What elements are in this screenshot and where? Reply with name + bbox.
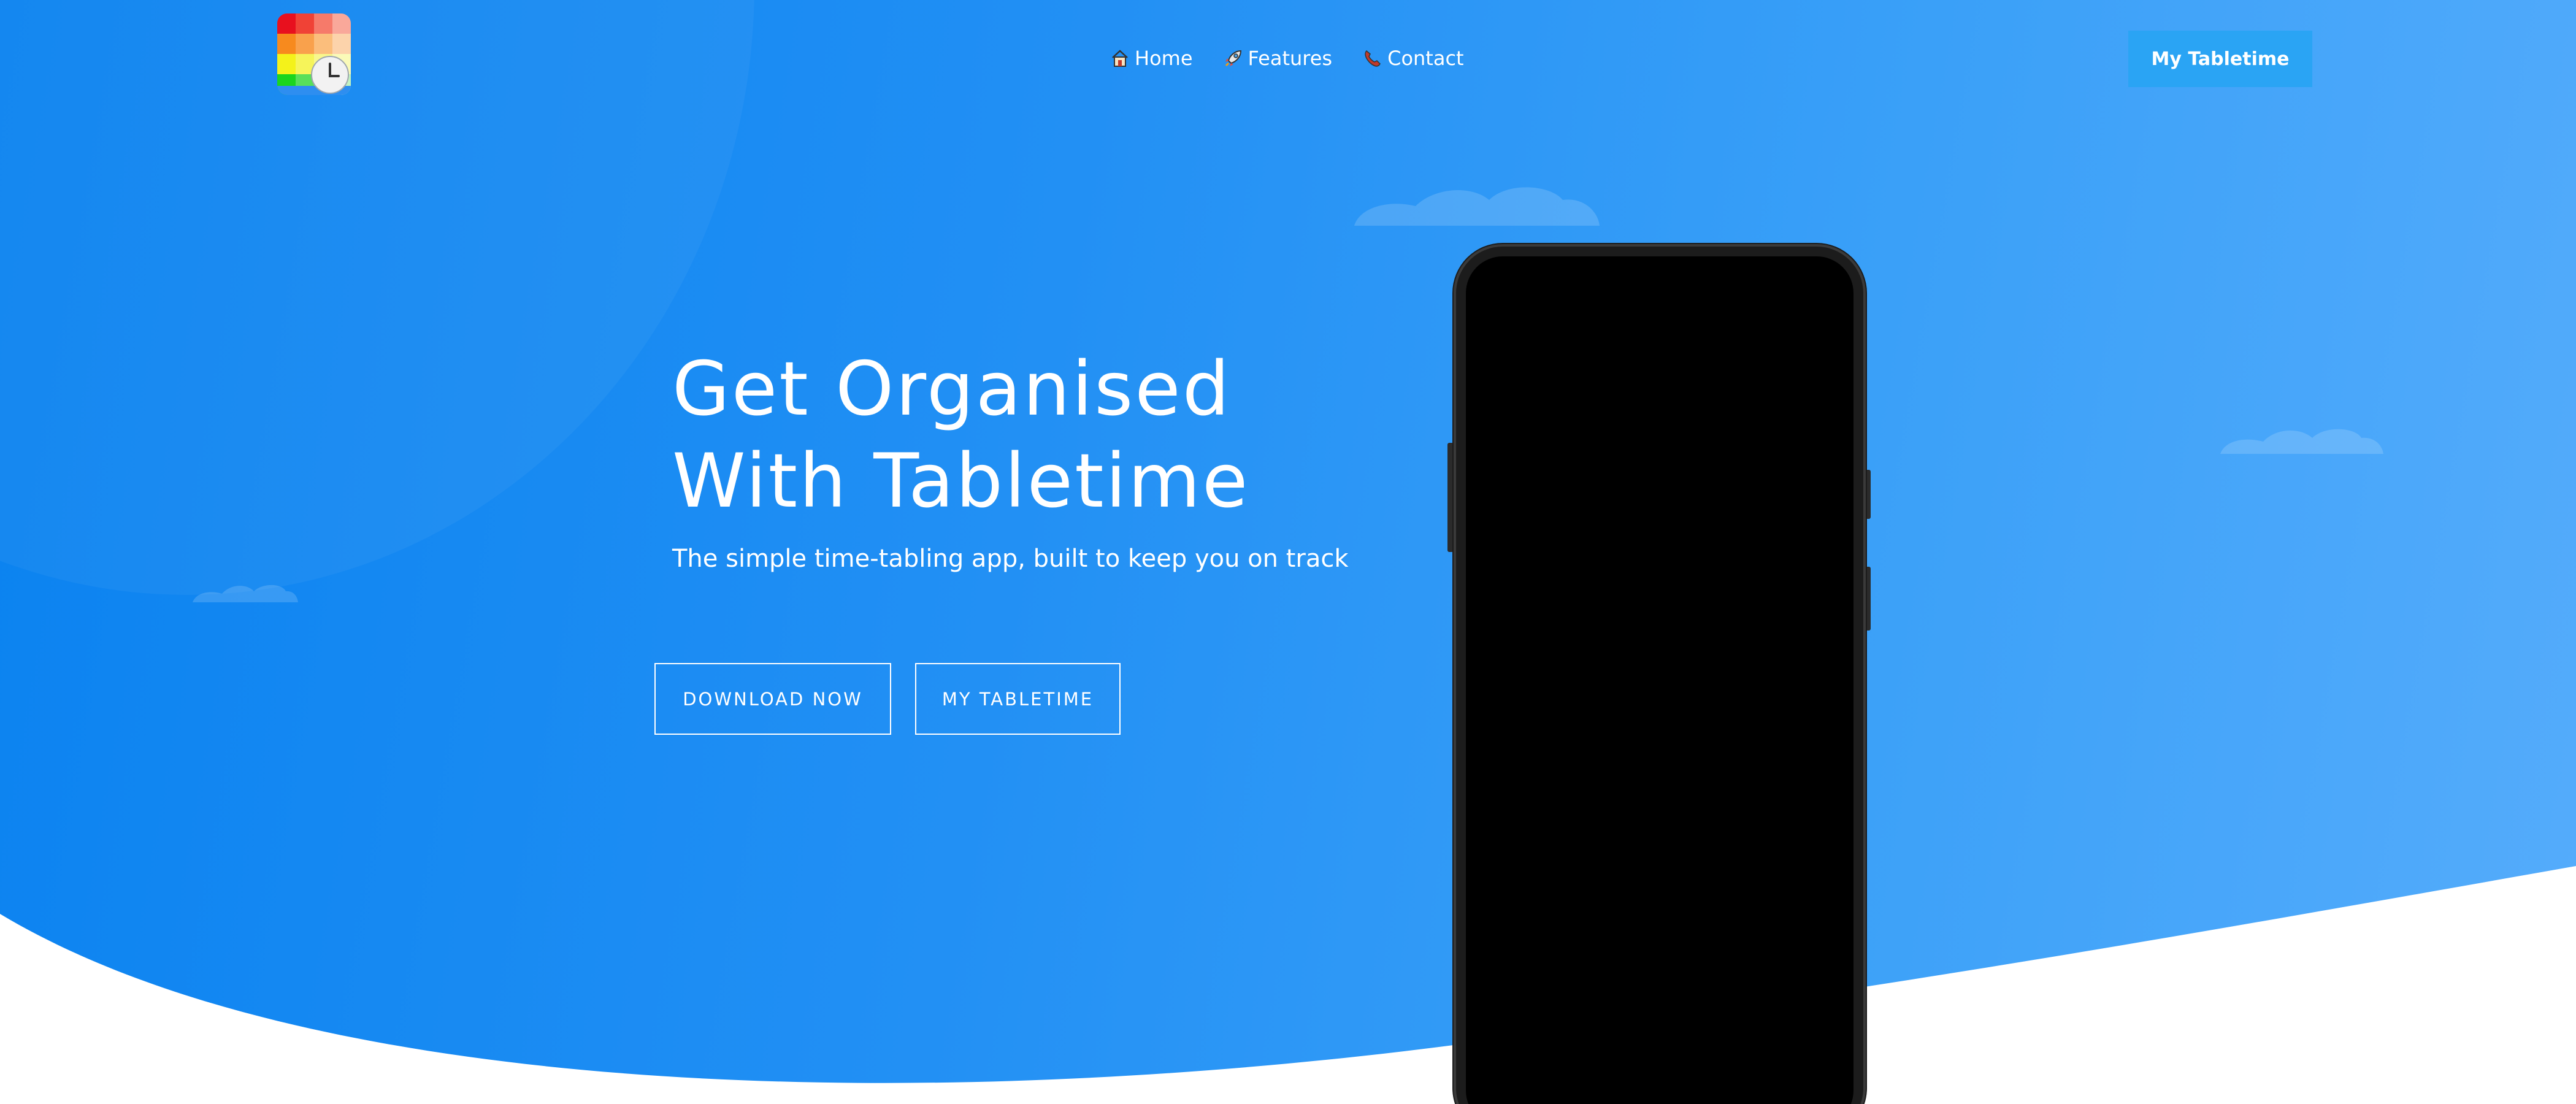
nav-features-label: Features — [1248, 47, 1333, 70]
my-tabletime-button[interactable]: MY TABLETIME — [915, 663, 1121, 735]
hero-title: Get Organised With Tabletime — [672, 343, 1249, 527]
nav-contact[interactable]: Contact — [1363, 47, 1464, 70]
download-now-button[interactable]: DOWNLOAD NOW — [654, 663, 891, 735]
nav-home[interactable]: Home — [1110, 47, 1193, 70]
phone-icon — [1365, 50, 1381, 67]
hero-title-line-1: Get Organised — [672, 346, 1232, 432]
hero-subtitle: The simple time-tabling app, built to ke… — [672, 545, 1349, 573]
app-logo[interactable] — [277, 13, 351, 95]
nav-home-label: Home — [1135, 47, 1193, 70]
hero-section: Home Features Contact My Tabletime Get O… — [0, 0, 2576, 1104]
house-icon — [1112, 50, 1128, 67]
my-tabletime-header-button[interactable]: My Tabletime — [2128, 31, 2312, 87]
nav-features[interactable]: Features — [1224, 47, 1333, 70]
phone-mockup — [1447, 243, 1871, 1104]
main-nav: Home Features Contact — [1110, 45, 1495, 71]
phone-screen — [1466, 256, 1853, 1104]
rocket-icon — [1225, 50, 1241, 67]
hero-title-line-2: With Tabletime — [672, 438, 1250, 524]
nav-contact-label: Contact — [1387, 47, 1464, 70]
